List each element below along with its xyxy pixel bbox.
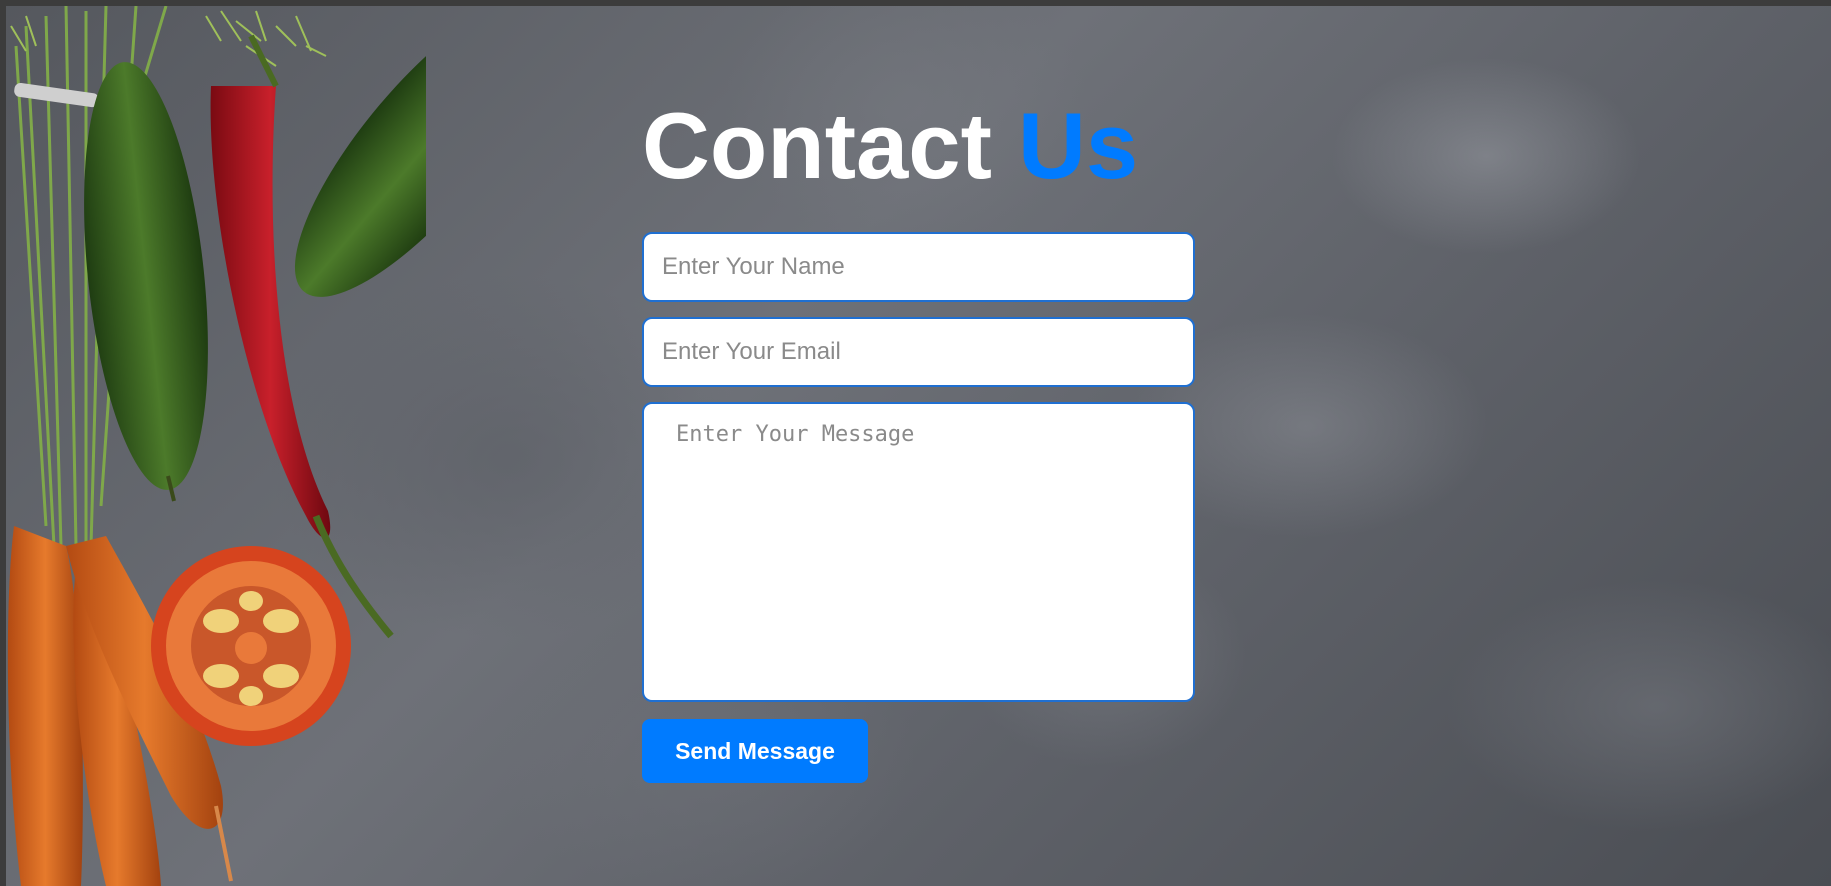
title-contact: Contact: [642, 93, 992, 198]
page-title: Contact Us: [642, 96, 1199, 196]
message-textarea[interactable]: [642, 402, 1195, 702]
contact-form-section: Contact Us Send Message: [642, 96, 1199, 783]
email-input[interactable]: [642, 317, 1195, 387]
carrot-1: [7, 526, 83, 886]
dill-leaves-top: [10, 10, 327, 67]
title-us: Us: [1018, 93, 1139, 198]
cucumber-left: [84, 62, 208, 490]
send-message-button[interactable]: Send Message: [642, 719, 868, 783]
page-background: Contact Us Send Message: [6, 6, 1831, 886]
contact-form: Send Message: [642, 232, 1199, 783]
cucumber-top: [294, 6, 426, 297]
chili-long: [210, 86, 331, 538]
name-input[interactable]: [642, 232, 1195, 302]
vegetables-image: [7, 6, 426, 886]
